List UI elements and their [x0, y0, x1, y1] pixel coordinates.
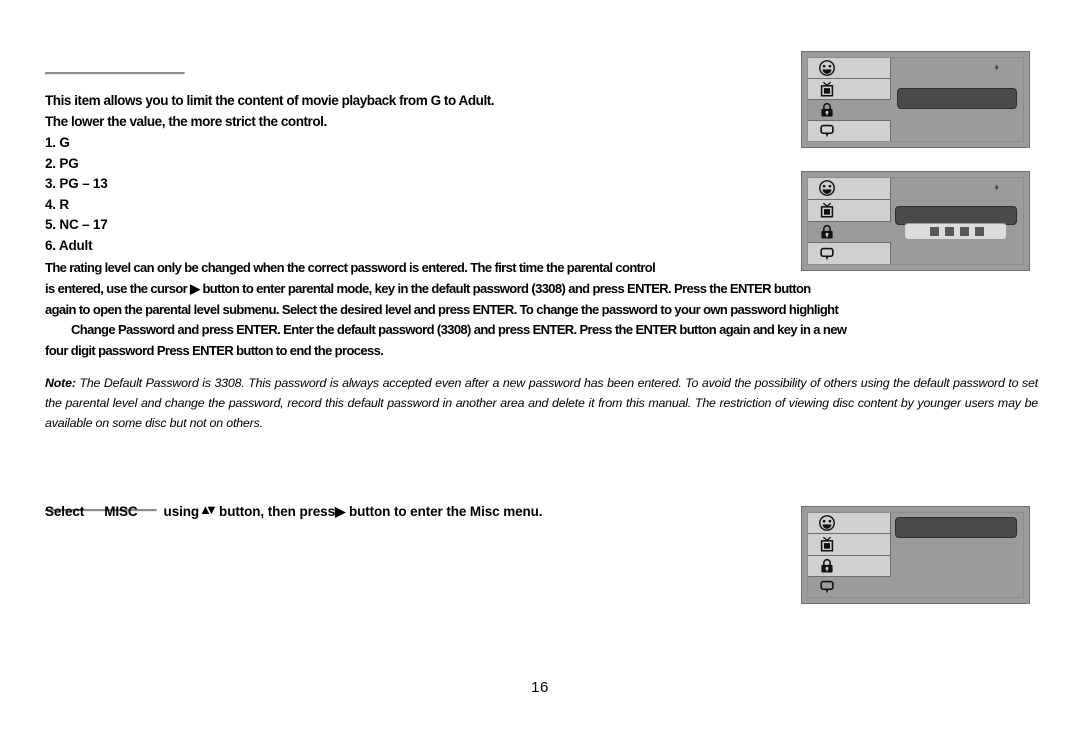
- rating-level-item: 2. PG: [45, 155, 79, 171]
- osd-panel-misc-menu[interactable]: [801, 506, 1030, 604]
- note-label: Note:: [45, 376, 76, 390]
- osd-menu-item-video[interactable]: [808, 199, 891, 222]
- rating-level-item: 5. NC – 17: [45, 217, 108, 232]
- password-digit-cell: [945, 227, 954, 236]
- osd-menu-item-general[interactable]: [808, 513, 891, 535]
- osd-menu-item-video[interactable]: [808, 79, 891, 100]
- rating-level-item: 6. Adult: [45, 237, 93, 253]
- osd-menu-item-preference-lock[interactable]: [808, 555, 891, 577]
- misc-text-button-then: button, then press: [219, 504, 335, 519]
- tv-icon: [820, 202, 834, 218]
- password-digit-cell: [960, 227, 969, 236]
- manual-page: This item allows you to limit the conten…: [0, 0, 1080, 743]
- rating-level-item: 1. G: [45, 135, 70, 150]
- lock-icon: [821, 103, 833, 117]
- osd-content-area: ♦: [891, 178, 1023, 264]
- lock-icon: [821, 558, 833, 573]
- password-digit-cell: [930, 227, 939, 236]
- osd-corner-glyph: ♦: [994, 62, 999, 72]
- osd-panel-parental-level[interactable]: ♦: [801, 51, 1030, 148]
- rating-level-item: 3. PG – 13: [45, 176, 108, 191]
- osd-highlight-bar[interactable]: [897, 88, 1017, 109]
- disc-smiley-icon: [819, 180, 835, 197]
- display-bubble-icon: [820, 580, 834, 594]
- osd-menu-item-preference-lock[interactable]: [808, 221, 891, 244]
- arrow-right-icon: ▶: [335, 504, 346, 519]
- up-down-arrow-icon: ▲ ▼: [199, 502, 219, 517]
- description-line: is entered, use the cursor ▶ button to e…: [45, 280, 811, 296]
- osd-menu-item-video[interactable]: [808, 534, 891, 556]
- osd-content-area: [891, 513, 1023, 597]
- misc-instruction-line: Select MISC using ▲ ▼ button, then press▶ but…: [45, 502, 543, 520]
- parental-intro-line-2: The lower the value, the more strict the…: [45, 114, 327, 129]
- lock-icon: [821, 224, 833, 239]
- tv-icon: [820, 81, 834, 97]
- disc-smiley-icon: [819, 60, 835, 76]
- osd-sidebar: [808, 513, 891, 597]
- osd-content-area: ♦: [891, 58, 1023, 141]
- tv-icon: [820, 537, 834, 552]
- page-number: 16: [531, 679, 549, 696]
- display-bubble-icon: [820, 247, 834, 260]
- osd-menu-item-misc[interactable]: [808, 576, 891, 597]
- osd-panel-password-entry[interactable]: ♦: [801, 171, 1030, 271]
- parental-intro-line-1: This item allows you to limit the conten…: [45, 93, 495, 108]
- osd-highlight-bar[interactable]: [895, 517, 1017, 538]
- arrow-down-icon: ▼: [205, 502, 218, 517]
- description-line: Change Password and press ENTER. Enter t…: [71, 322, 847, 338]
- osd-menu-item-preference-lock[interactable]: [808, 100, 891, 121]
- osd-inner: ♦: [807, 57, 1024, 142]
- description-line: four digit password Press ENTER button t…: [45, 343, 384, 359]
- display-bubble-icon: [820, 124, 834, 138]
- osd-sidebar: [808, 178, 891, 264]
- osd-menu-item-misc[interactable]: [808, 121, 891, 141]
- misc-text-select: Select: [45, 504, 85, 519]
- osd-menu-item-general[interactable]: [808, 58, 891, 79]
- osd-corner-glyph: ♦: [994, 182, 999, 192]
- osd-inner: [807, 512, 1024, 598]
- note-block: Note: The Default Password is 3308. This…: [45, 373, 1038, 434]
- parental-description: The rating level can only be changed whe…: [45, 258, 1040, 362]
- disc-smiley-icon: [819, 515, 835, 532]
- section-divider-parental: [45, 72, 185, 75]
- osd-menu-item-misc[interactable]: [808, 243, 891, 264]
- password-input-field[interactable]: [904, 223, 1007, 240]
- misc-text-using: using: [163, 504, 200, 519]
- osd-menu-item-general[interactable]: [808, 178, 891, 200]
- rating-level-item: 4. R: [45, 196, 69, 212]
- password-digit-cell: [975, 227, 984, 236]
- note-text: The Default Password is 3308. This passw…: [45, 376, 1038, 431]
- rating-level-list: 1. G 2. PG 3. PG – 13 4. R 5. NC – 17 6.…: [45, 133, 108, 256]
- osd-sidebar: [808, 58, 891, 141]
- misc-text-enter-menu: button to enter the Misc menu.: [348, 504, 543, 519]
- misc-text-misc: MISC: [104, 504, 138, 519]
- osd-inner: ♦: [807, 177, 1024, 265]
- description-line: again to open the parental level submenu…: [45, 301, 839, 317]
